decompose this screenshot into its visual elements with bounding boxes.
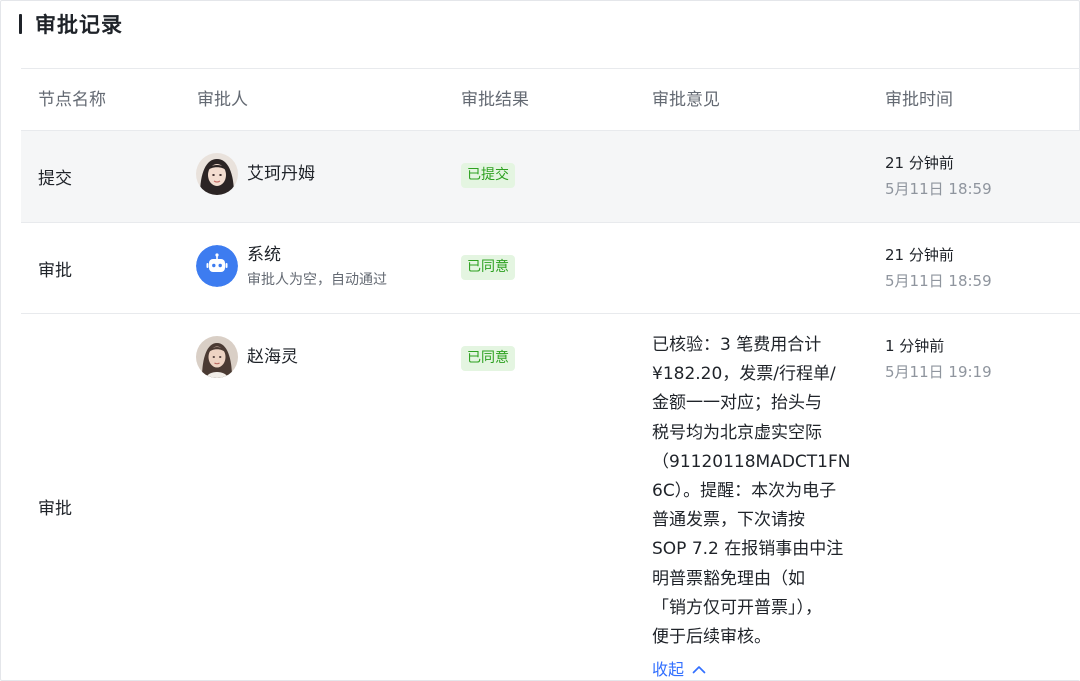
status-badge: 已同意: [461, 346, 515, 371]
node-name: 提交: [38, 169, 72, 189]
collapse-label[interactable]: 收起: [652, 655, 684, 681]
time-absolute: 5月11日 18:59: [885, 180, 992, 198]
table-row: 审批 赵海灵 已同意 已核验：3 笔费用合计 ¥182.20，发票/行程单/ 金…: [21, 314, 1080, 680]
time-relative: 21 分钟前: [885, 246, 954, 264]
status-badge: 已同意: [461, 255, 515, 280]
section-accent-bar: [19, 14, 22, 34]
approval-comment: 已核验：3 笔费用合计 ¥182.20，发票/行程单/ 金额一一对应；抬头与 税…: [652, 335, 851, 648]
robot-icon: [196, 245, 238, 287]
time-cell: 21 分钟前 5月11日 18:59: [885, 153, 992, 199]
column-header-approver: 审批人: [197, 90, 248, 110]
approver-name[interactable]: 赵海灵: [247, 346, 298, 368]
collapse-button[interactable]: 收起: [652, 655, 706, 681]
time-relative: 21 分钟前: [885, 154, 954, 172]
approver-cell: 系统 审批人为空，自动通过: [196, 245, 387, 289]
approver-name: 系统: [247, 245, 281, 265]
section-header: 审批记录: [19, 9, 123, 39]
column-header-comment: 审批意见: [652, 90, 720, 110]
approval-table: 节点名称 审批人 审批结果 审批意见 审批时间 提交 艾珂丹姆 已提交 21 分…: [21, 68, 1080, 680]
approver-cell: 赵海灵: [196, 336, 298, 378]
table-row: 提交 艾珂丹姆 已提交 21 分钟前 5月11日 18:59: [21, 131, 1080, 223]
result-cell: 已提交: [461, 163, 515, 188]
approver-name[interactable]: 艾珂丹姆: [247, 163, 315, 185]
approver-cell: 艾珂丹姆: [196, 153, 315, 195]
approval-records-panel: 审批记录 节点名称 审批人 审批结果 审批意见 审批时间 提交 艾珂丹姆 已提交…: [0, 0, 1080, 681]
avatar[interactable]: [196, 153, 238, 195]
status-badge: 已提交: [461, 163, 515, 188]
column-header-result: 审批结果: [461, 90, 529, 110]
time-absolute: 5月11日 19:19: [885, 363, 992, 381]
result-cell: 已同意: [461, 346, 515, 371]
table-header: 节点名称 审批人 审批结果 审批意见 审批时间: [21, 68, 1080, 131]
node-name: 审批: [38, 499, 72, 519]
avatar: [196, 245, 238, 287]
column-header-node: 节点名称: [38, 90, 106, 110]
time-cell: 1 分钟前 5月11日 19:19: [885, 336, 992, 382]
comment-cell: 已核验：3 笔费用合计 ¥182.20，发票/行程单/ 金额一一对应；抬头与 税…: [652, 331, 872, 681]
section-title: 审批记录: [35, 13, 123, 37]
user-avatar-icon: [196, 336, 238, 378]
time-relative: 1 分钟前: [885, 337, 945, 355]
column-header-time: 审批时间: [885, 90, 953, 110]
time-cell: 21 分钟前 5月11日 18:59: [885, 245, 992, 291]
approver-note: 审批人为空，自动通过: [247, 272, 387, 288]
time-absolute: 5月11日 18:59: [885, 272, 992, 290]
table-row: 审批 系统 审批人为空，自动通过 已同意 21 分钟前 5月11日 18:59: [21, 223, 1080, 314]
node-name: 审批: [38, 261, 72, 281]
avatar[interactable]: [196, 336, 238, 378]
result-cell: 已同意: [461, 255, 515, 280]
user-avatar-icon: [196, 153, 238, 195]
chevron-up-icon: [692, 666, 706, 674]
